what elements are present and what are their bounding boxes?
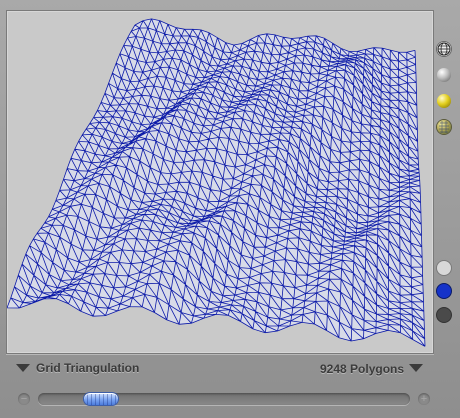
slider-decrease-icon[interactable]: − bbox=[18, 393, 30, 405]
mode-dropdown-icon[interactable] bbox=[16, 364, 30, 372]
mesh-viewer-panel: Grid Triangulation 9248 Polygons − + bbox=[0, 0, 460, 418]
triangulation-mode-label[interactable]: Grid Triangulation bbox=[36, 361, 139, 375]
wireframe-globe-icon[interactable] bbox=[437, 42, 451, 56]
white-color-swatch-icon[interactable] bbox=[437, 261, 451, 275]
3d-viewport[interactable] bbox=[6, 10, 434, 354]
terrain-wireframe-mesh[interactable] bbox=[7, 11, 433, 353]
silver-sphere-icon[interactable] bbox=[437, 68, 451, 82]
dark-color-swatch-icon[interactable] bbox=[437, 308, 451, 322]
gold-sphere-icon[interactable] bbox=[437, 94, 451, 108]
textured-sphere-icon[interactable] bbox=[437, 120, 451, 134]
detail-slider-thumb[interactable] bbox=[84, 393, 118, 405]
polygon-count-dropdown-icon[interactable] bbox=[409, 364, 423, 372]
polygon-count-label: 9248 Polygons bbox=[320, 362, 405, 376]
slider-increase-icon[interactable]: + bbox=[418, 393, 430, 405]
blue-color-swatch-icon[interactable] bbox=[437, 284, 451, 298]
